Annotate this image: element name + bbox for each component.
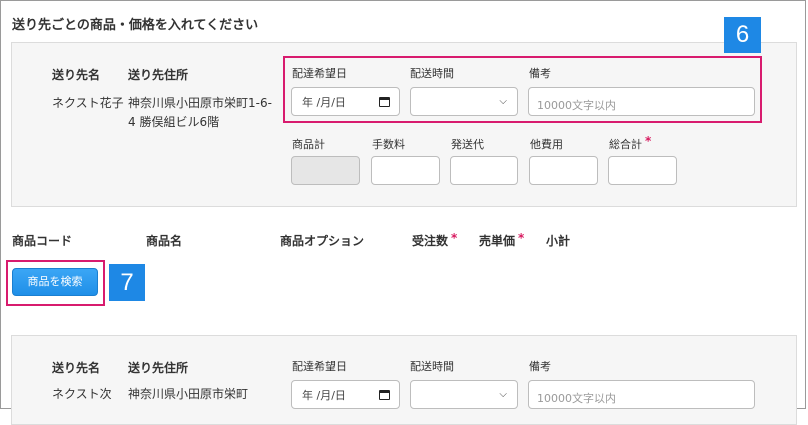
calendar-icon[interactable] xyxy=(379,390,390,400)
notes-input[interactable]: 10000文字以内 xyxy=(528,380,755,409)
recipient-address-header: 送り先住所 xyxy=(128,68,189,82)
grand-total-label: 総合計 * xyxy=(609,134,652,151)
recipient-address: 神奈川県小田原市栄町1-6-4 勝俣組ビル6階 xyxy=(128,96,272,129)
fee-label: 手数料 xyxy=(372,138,405,151)
col-unit-price: 売単価 * xyxy=(479,231,525,248)
recipient-name-header: 送り先名 xyxy=(52,68,101,82)
col-product-option: 商品オプション xyxy=(280,234,365,248)
recipient-name: ネクスト花子 xyxy=(52,96,124,110)
recipient-address-header: 送り先住所 xyxy=(128,361,189,375)
section-title: 送り先ごとの商品・価格を入れてください xyxy=(12,18,259,33)
recipient-address: 神奈川県小田原市栄町 xyxy=(128,387,249,401)
highlight-box-6 xyxy=(283,56,762,123)
fee-input[interactable] xyxy=(371,156,440,185)
delivery-time-select[interactable]: ⌵ xyxy=(410,380,518,409)
delivery-time-label: 配送時間 xyxy=(410,360,454,373)
annotation-badge-7: 7 xyxy=(109,264,145,301)
delivery-date-label: 配達希望日 xyxy=(292,360,347,373)
annotation-badge-6: 6 xyxy=(724,17,761,53)
col-product-code: 商品コード xyxy=(12,234,73,248)
col-order-qty: 受注数 * xyxy=(412,231,458,248)
product-total-label: 商品計 xyxy=(292,138,325,151)
delivery-date-value: 年 /月/日 xyxy=(302,388,346,402)
search-product-button[interactable]: 商品を検索 xyxy=(12,268,98,296)
notes-placeholder: 10000文字以内 xyxy=(537,392,616,405)
required-mark: * xyxy=(518,231,525,245)
grand-total-input[interactable] xyxy=(608,156,677,185)
other-cost-input[interactable] xyxy=(529,156,598,185)
required-mark: * xyxy=(451,231,458,245)
chevron-down-icon: ⌵ xyxy=(499,389,507,400)
shipping-input[interactable] xyxy=(450,156,518,185)
col-product-name: 商品名 xyxy=(146,234,183,248)
required-mark: * xyxy=(645,134,652,148)
recipient-name: ネクスト次 xyxy=(52,387,112,401)
notes-label: 備考 xyxy=(529,360,551,373)
delivery-date-input[interactable]: 年 /月/日 xyxy=(291,380,400,409)
product-total-field xyxy=(291,156,360,185)
shipping-label: 発送代 xyxy=(451,138,484,151)
other-cost-label: 他費用 xyxy=(530,138,563,151)
recipient-name-header: 送り先名 xyxy=(52,361,101,375)
col-subtotal: 小計 xyxy=(546,234,571,248)
